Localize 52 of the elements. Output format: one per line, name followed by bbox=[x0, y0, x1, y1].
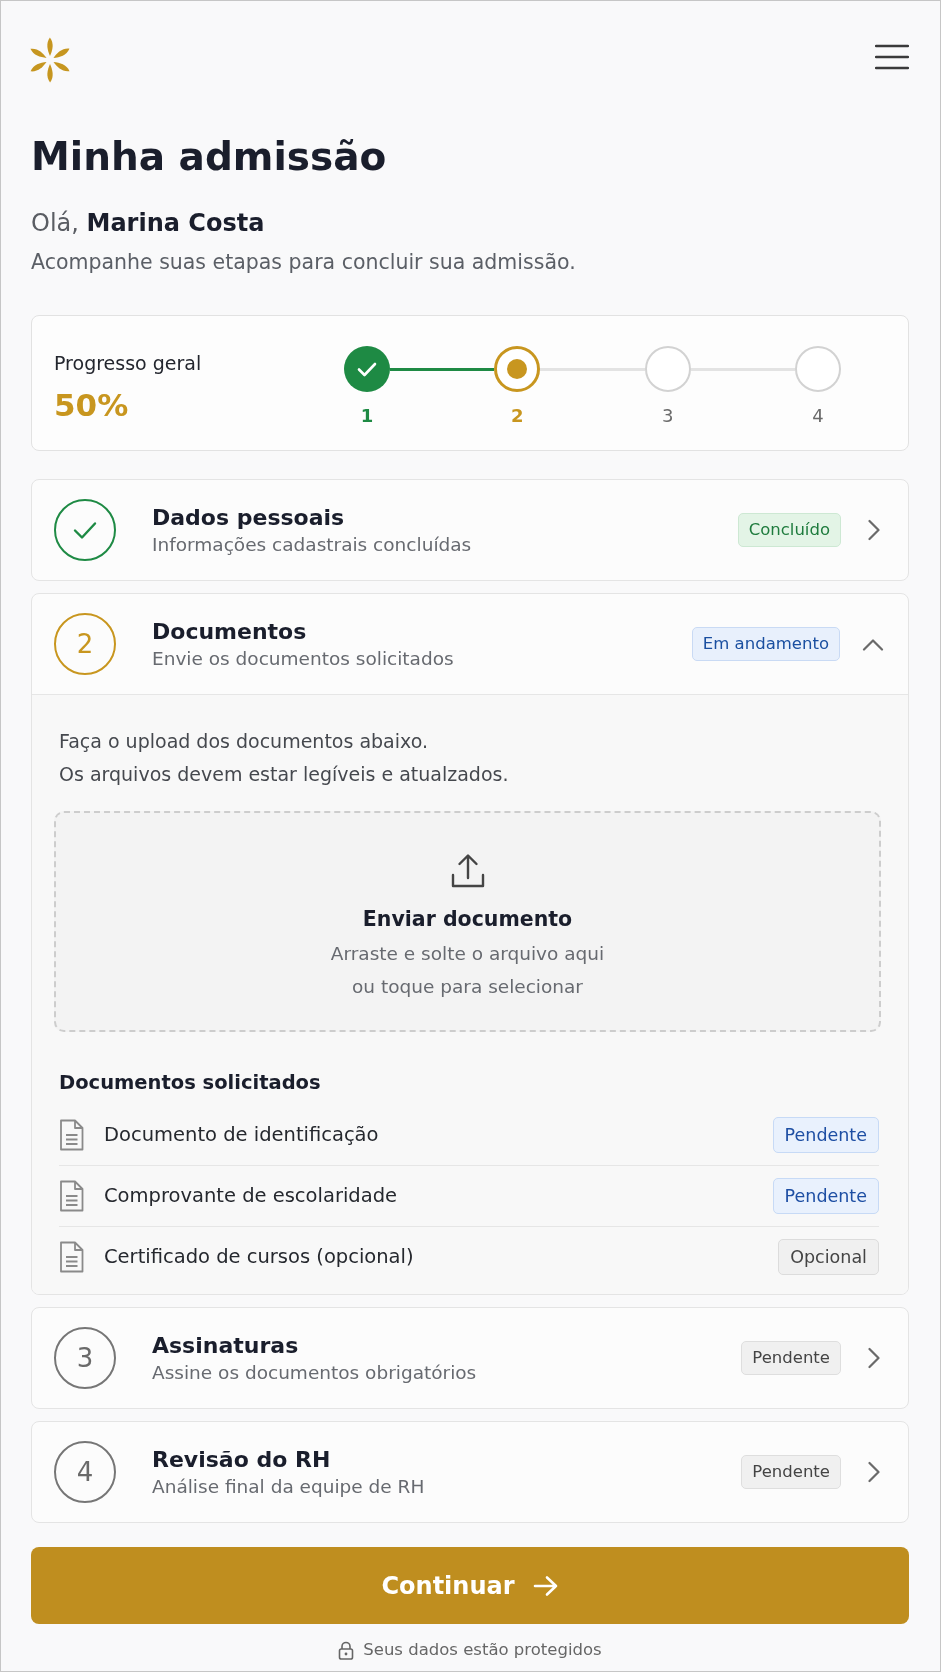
upload-icon bbox=[449, 853, 486, 889]
status-badge: Em andamento bbox=[691, 627, 840, 661]
step-number: 3 bbox=[54, 1327, 116, 1389]
step-number: 3 bbox=[661, 404, 674, 428]
document-icon bbox=[59, 1241, 84, 1273]
document-name: Comprovante de escolaridade bbox=[104, 1183, 398, 1209]
section-heading: Documentos solicitados bbox=[59, 1070, 322, 1096]
chevron-right-icon[interactable] bbox=[867, 1461, 880, 1483]
step-number: 2 bbox=[511, 404, 524, 428]
step-description: Assine os documentos obrigatórios bbox=[152, 1360, 477, 1385]
step-number: 1 bbox=[360, 404, 374, 428]
chevron-up-icon[interactable] bbox=[862, 637, 884, 651]
status-badge: Pendente bbox=[741, 1341, 841, 1375]
upload-hint: Arraste e solte o arquivo aqui ou toque para selecionar bbox=[330, 942, 605, 999]
status-badge: Pendente bbox=[772, 1117, 879, 1153]
document-name: Documento de identificação bbox=[104, 1122, 380, 1148]
step-description: Envie os documentos solicitados bbox=[152, 646, 454, 671]
arrow-right-icon bbox=[532, 1574, 559, 1597]
step-title: Dados pessoais bbox=[152, 503, 345, 532]
step-number: 2 bbox=[54, 613, 116, 675]
step-description: Informações cadastrais concluídas bbox=[152, 532, 472, 557]
instruction-text: Os arquivos devem estar legíveis e atualzados. bbox=[59, 762, 510, 787]
instruction-text: Faça o upload dos documentos abaixo. bbox=[59, 729, 430, 754]
status-badge: Pendente bbox=[741, 1455, 841, 1489]
step-number: 4 bbox=[54, 1441, 116, 1503]
status-badge: Pendente bbox=[772, 1178, 879, 1214]
security-note: Seus dados estão protegidos bbox=[363, 1639, 602, 1661]
step-title: Documentos bbox=[152, 617, 307, 646]
progress-value: 50% bbox=[54, 386, 129, 424]
step-card[interactable]: 4 Revisão do RH Análise final da equipe de RH Pendente bbox=[31, 1421, 909, 1523]
upload-title: Enviar documento bbox=[362, 906, 573, 933]
lock-icon bbox=[338, 1640, 355, 1660]
menu-icon[interactable] bbox=[875, 44, 909, 70]
status-badge: Opcional bbox=[778, 1239, 879, 1275]
chevron-right-icon[interactable] bbox=[867, 1347, 880, 1369]
document-icon bbox=[59, 1180, 84, 1212]
step-title: Revisão do RH bbox=[152, 1445, 331, 1474]
step-number: 4 bbox=[812, 404, 824, 428]
step-title: Assinaturas bbox=[152, 1331, 299, 1360]
status-badge: Concluído bbox=[737, 513, 841, 547]
step-card[interactable]: Dados pessoais Informações cadastrais concluídas Concluído bbox=[31, 479, 909, 581]
chevron-right-icon[interactable] bbox=[867, 519, 880, 541]
document-icon bbox=[59, 1119, 84, 1151]
upload-dropzone[interactable]: Enviar documento Arraste e solte o arquivo aqui ou toque para selecionar bbox=[54, 811, 881, 1032]
subtitle-text: Acompanhe suas etapas para concluir sua admissão. bbox=[31, 249, 577, 276]
document-name: Certificado de cursos (opcional) bbox=[104, 1244, 415, 1270]
progress-label: Progresso geral bbox=[54, 351, 202, 376]
greeting-text: Olá, Marina Costa bbox=[31, 208, 266, 239]
page-title: Minha admissão bbox=[31, 133, 388, 181]
step-description: Análise final da equipe de RH bbox=[152, 1474, 425, 1499]
step-card[interactable] bbox=[31, 593, 909, 1295]
step-card[interactable]: 3 Assinaturas Assine os documentos obrigatórios Pendente bbox=[31, 1307, 909, 1409]
